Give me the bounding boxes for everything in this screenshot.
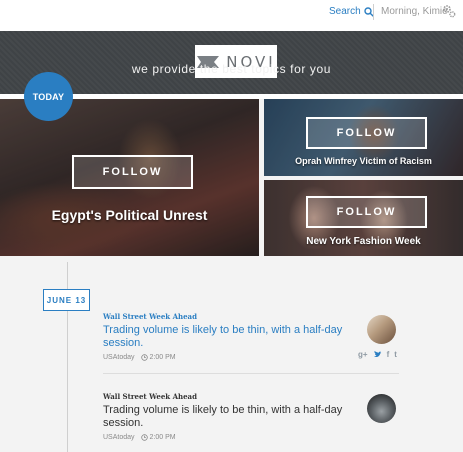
avatar[interactable] [367, 315, 396, 344]
follow-button[interactable]: FOLLOW [306, 117, 427, 149]
article-item[interactable]: Wall Street Week Ahead Trading volume is… [103, 312, 399, 374]
article-headline[interactable]: Trading volume is likely to be thin, wit… [103, 404, 365, 430]
article-headline[interactable]: Trading volume is likely to be thin, wit… [103, 324, 365, 350]
tile-title: New York Fashion Week [306, 236, 421, 247]
googleplus-icon[interactable]: g+ [358, 350, 368, 359]
search-label: Search [329, 6, 361, 17]
clock-icon [140, 434, 148, 441]
tile-title: Egypt's Political Unrest [51, 207, 208, 223]
article-time-text: 2:00 PM [149, 354, 176, 361]
topic-tile-fashion-week[interactable]: FOLLOW New York Fashion Week [264, 180, 463, 256]
follow-button[interactable]: FOLLOW [72, 155, 193, 189]
today-badge[interactable]: TODAY [24, 72, 73, 121]
tumblr-icon[interactable]: t [394, 350, 397, 359]
topic-tile-oprah[interactable]: FOLLOW Oprah Winfrey Victim of Racism [264, 99, 463, 176]
article-time: 2:00 PM [140, 434, 176, 441]
facebook-icon[interactable]: f [387, 350, 390, 359]
follow-button[interactable]: FOLLOW [306, 196, 427, 228]
header-divider [373, 4, 374, 20]
topic-tile-egypt[interactable]: FOLLOW Egypt's Political Unrest [0, 99, 259, 256]
gear-icon[interactable] [442, 4, 456, 18]
top-bar: Search Morning, Kimie [0, 0, 463, 31]
twitter-icon[interactable] [373, 350, 382, 359]
search-button[interactable]: Search [329, 6, 374, 17]
clock-icon [140, 354, 148, 361]
article-meta: USAtoday 2:00 PM [103, 354, 399, 361]
article-publisher: USAtoday [103, 434, 135, 441]
avatar[interactable] [367, 394, 396, 423]
date-badge: JUNE 13 [43, 289, 90, 311]
user-greeting[interactable]: Morning, Kimie [381, 6, 448, 17]
article-source[interactable]: Wall Street Week Ahead [103, 392, 399, 401]
tile-title: Oprah Winfrey Victim of Racism [295, 156, 432, 166]
article-publisher: USAtoday [103, 354, 135, 361]
tagline: we provide the best topics for you [131, 62, 332, 76]
share-icons: g+ f t [358, 350, 397, 359]
article-time-text: 2:00 PM [149, 434, 176, 441]
article-meta: USAtoday 2:00 PM [103, 434, 399, 441]
article-time: 2:00 PM [140, 354, 176, 361]
article-source[interactable]: Wall Street Week Ahead [103, 312, 399, 321]
article-item[interactable]: Wall Street Week Ahead Trading volume is… [103, 392, 399, 452]
